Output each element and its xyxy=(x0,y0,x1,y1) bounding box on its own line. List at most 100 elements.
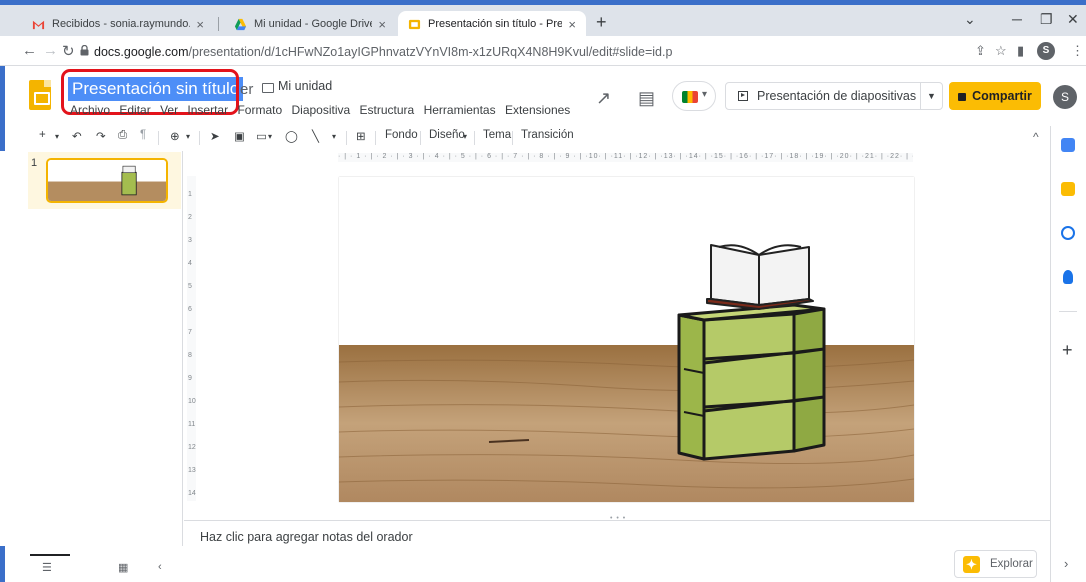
title-overflow-text: er xyxy=(240,81,254,98)
present-button[interactable]: Presentación de diapositivas ▼ xyxy=(725,82,943,110)
menu-editar[interactable]: Editar xyxy=(119,103,150,117)
lock-icon xyxy=(958,93,967,101)
toolbar-divider xyxy=(199,131,200,145)
toolbar: + ▾ ↶ ↷ ⎙ ¶ ⊕ ▾ ➤ ▣ ▭ ▾ ◯ ╲ ▾ ⊞ Fondo Di… xyxy=(0,126,1050,150)
tab-gmail[interactable]: Recibidos - sonia.raymundo.arr × xyxy=(22,11,214,37)
image-icon[interactable]: ▭ xyxy=(256,129,267,143)
chevron-down-icon[interactable]: ▾ xyxy=(55,132,59,141)
toolbar-divider xyxy=(158,131,159,145)
present-dropdown-icon[interactable]: ▼ xyxy=(920,83,942,109)
chevron-right-icon[interactable]: › xyxy=(1064,556,1068,571)
play-icon xyxy=(738,91,748,101)
chevron-down-icon[interactable]: ▾ xyxy=(268,132,272,141)
shape-icon[interactable]: ◯ xyxy=(285,129,298,143)
menu-diapositiva[interactable]: Diapositiva xyxy=(291,103,350,117)
horizontal-ruler: · | · 1 · | · 2 · | · 3 · | · 4 · | · 5 … xyxy=(338,153,913,162)
ruler-tick-label: 12 xyxy=(188,444,196,451)
layout-button[interactable]: Diseño xyxy=(429,129,465,141)
comments-icon[interactable]: ▤ xyxy=(638,88,655,109)
contacts-icon[interactable] xyxy=(1063,270,1073,284)
tab-drive[interactable]: Mi unidad - Google Drive × xyxy=(224,11,396,37)
theme-button[interactable]: Tema xyxy=(483,129,511,141)
menu-ver[interactable]: Ver xyxy=(160,103,178,117)
filmstrip-view-icon[interactable]: ☰ xyxy=(42,561,52,574)
calendar-icon[interactable] xyxy=(1061,138,1075,152)
toolbar-divider xyxy=(512,131,513,145)
toolbar-divider xyxy=(375,131,376,145)
close-icon[interactable]: × xyxy=(568,17,576,32)
meet-icon xyxy=(682,91,698,103)
bookmark-star-icon[interactable]: ☆ xyxy=(995,43,1007,59)
folder-icon[interactable] xyxy=(262,83,274,93)
keep-icon[interactable] xyxy=(1061,182,1075,196)
explore-icon: ✦ xyxy=(963,555,980,573)
transition-button[interactable]: Transición xyxy=(521,129,574,141)
slide-thumbnail[interactable] xyxy=(46,158,168,203)
select-cursor-icon[interactable]: ➤ xyxy=(210,129,220,143)
present-label: Presentación de diapositivas xyxy=(757,89,917,103)
line-icon[interactable]: ╲ xyxy=(312,129,319,143)
side-panel-icon[interactable]: ▮ xyxy=(1017,43,1024,59)
url-field[interactable]: docs.google.com/presentation/d/1cHFwNZo1… xyxy=(94,45,672,59)
chevron-down-icon[interactable]: ▾ xyxy=(186,132,190,141)
ruler-tick-label: 9 xyxy=(188,375,192,382)
toolbar-divider xyxy=(346,131,347,145)
text-box-icon[interactable]: ▣ xyxy=(234,129,245,143)
background-button[interactable]: Fondo xyxy=(385,129,418,141)
slides-logo-icon[interactable] xyxy=(29,80,51,110)
undo-icon[interactable]: ↶ xyxy=(72,129,82,143)
close-window-icon[interactable]: ✕ xyxy=(1067,11,1079,28)
menu-formato[interactable]: Formato xyxy=(237,103,282,117)
zoom-icon[interactable]: ⊕ xyxy=(170,129,180,143)
close-icon[interactable]: × xyxy=(378,17,386,32)
tab-slides[interactable]: Presentación sin título - Presenta × xyxy=(398,11,586,37)
profile-avatar[interactable]: S xyxy=(1037,42,1055,60)
vertical-ruler: 1 2 3 4 5 6 7 8 9 10 11 12 13 14 xyxy=(187,176,196,501)
slide-canvas[interactable] xyxy=(339,177,914,502)
more-menu-icon[interactable]: ⋮ xyxy=(1071,43,1084,59)
slide-thumbnail-image xyxy=(48,160,166,201)
reload-icon[interactable]: ↻ xyxy=(62,42,75,60)
restore-icon[interactable]: ❐ xyxy=(1040,11,1053,28)
ruler-tick-label: 10 xyxy=(188,398,196,405)
share-icon[interactable]: ⇪ xyxy=(975,43,986,59)
lock-icon xyxy=(80,45,89,56)
back-icon[interactable]: ← xyxy=(22,42,37,59)
menu-insertar[interactable]: Insertar xyxy=(187,103,228,117)
redo-icon[interactable]: ↷ xyxy=(96,129,106,143)
plus-icon[interactable]: + xyxy=(1062,340,1073,361)
ruler-tick-label: 6 xyxy=(188,306,192,313)
paint-format-icon[interactable]: ¶ xyxy=(140,129,146,141)
menu-herramientas[interactable]: Herramientas xyxy=(424,103,496,117)
activity-trend-icon[interactable]: ↗ xyxy=(596,88,611,109)
tab-title: Presentación sin título - Presenta xyxy=(428,18,563,30)
folder-location-label[interactable]: Mi unidad xyxy=(278,79,332,93)
document-title-input[interactable]: Presentación sin título xyxy=(68,77,244,101)
user-avatar[interactable]: S xyxy=(1053,85,1077,109)
new-slide-icon[interactable]: + xyxy=(39,129,46,141)
chevron-left-icon[interactable]: ‹ xyxy=(158,561,162,573)
menu-estructura[interactable]: Estructura xyxy=(360,103,415,117)
tasks-icon[interactable] xyxy=(1061,226,1075,240)
add-comment-icon[interactable]: ⊞ xyxy=(356,129,366,143)
ruler-tick-label: 8 xyxy=(188,352,192,359)
tab-search-icon[interactable]: ⌄ xyxy=(964,11,976,28)
share-button[interactable]: Compartir xyxy=(949,82,1041,110)
forward-icon[interactable]: → xyxy=(43,42,58,59)
filmstrip-panel xyxy=(0,151,183,546)
grid-view-icon[interactable]: ▦ xyxy=(118,561,128,574)
meet-button[interactable]: ▾ xyxy=(672,81,716,111)
chevron-down-icon[interactable]: ▾ xyxy=(463,132,467,141)
print-icon[interactable]: ⎙ xyxy=(118,129,127,142)
collapse-menu-icon[interactable]: ^ xyxy=(1033,130,1039,144)
explore-button[interactable]: ✦ Explorar xyxy=(954,550,1037,578)
chevron-down-icon[interactable]: ▾ xyxy=(332,132,336,141)
ruler-tick-label: 11 xyxy=(188,421,196,428)
speaker-notes-field[interactable]: Haz clic para agregar notas del orador xyxy=(200,530,413,544)
new-tab-button[interactable]: + xyxy=(596,12,607,33)
menu-archivo[interactable]: Archivo xyxy=(70,103,110,117)
minimize-icon[interactable]: ─ xyxy=(1012,11,1022,27)
menu-extensiones[interactable]: Extensiones xyxy=(505,103,570,117)
ruler-tick-label: 3 xyxy=(188,237,192,244)
close-icon[interactable]: × xyxy=(196,17,204,32)
